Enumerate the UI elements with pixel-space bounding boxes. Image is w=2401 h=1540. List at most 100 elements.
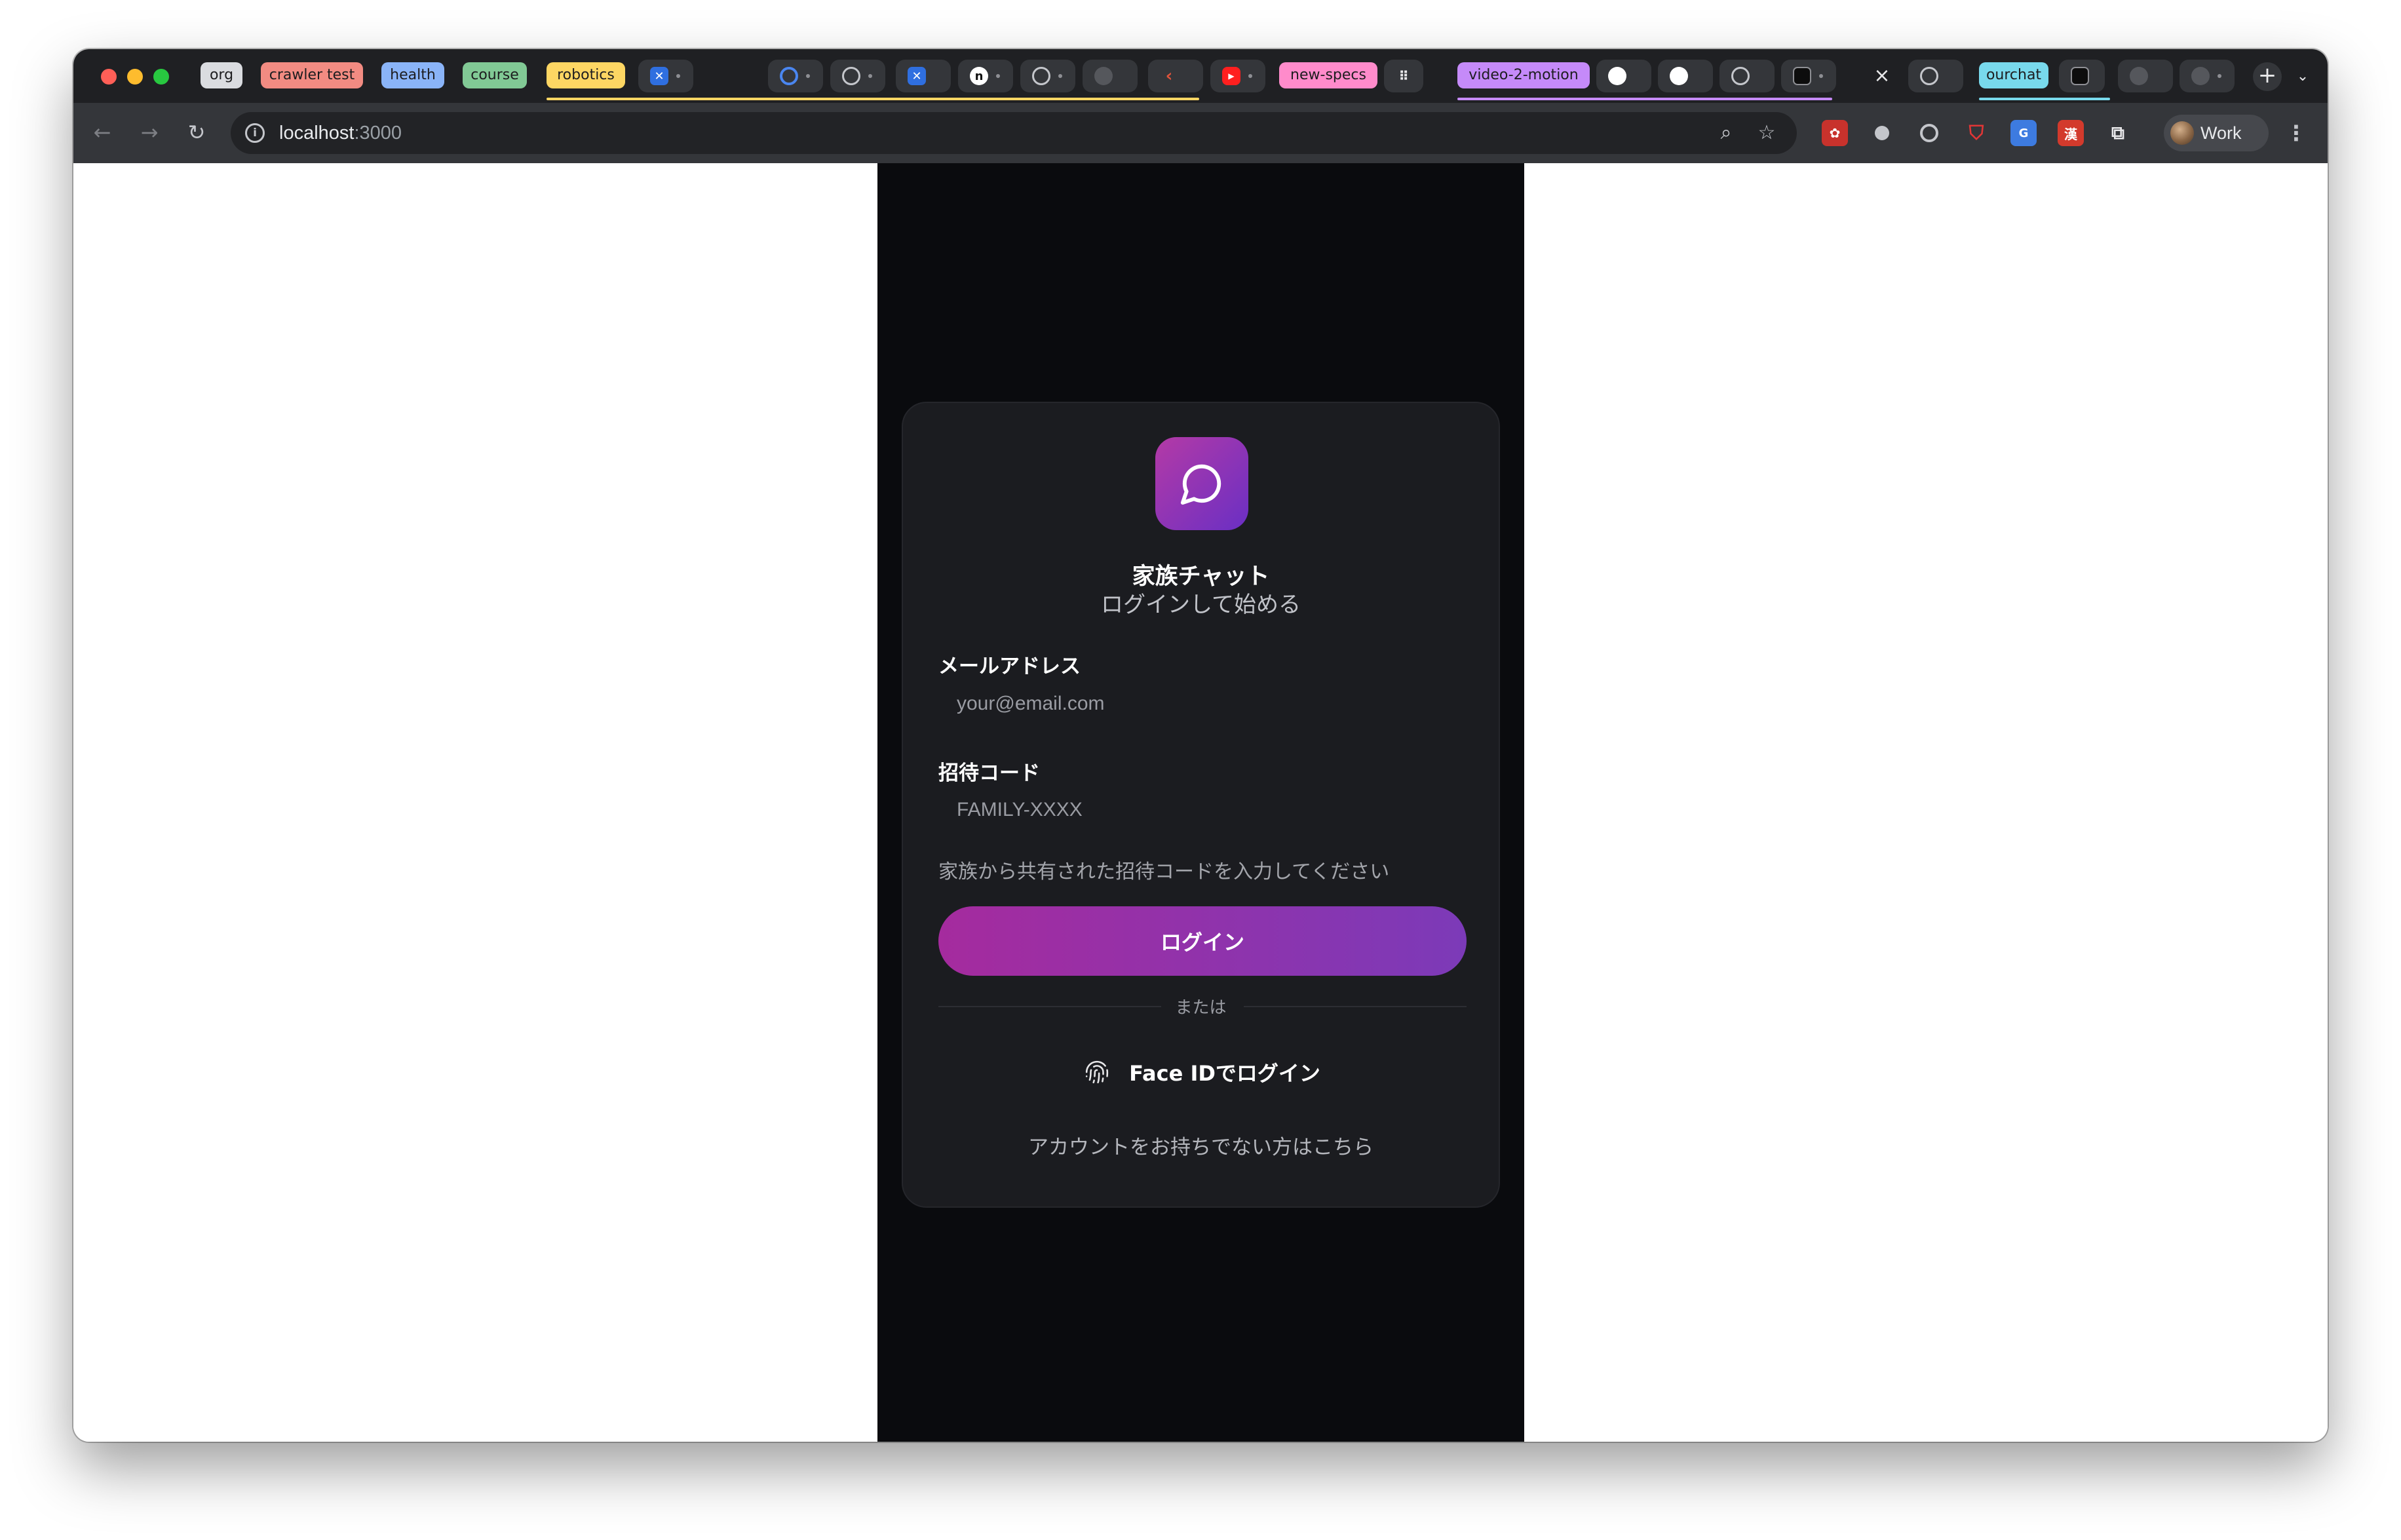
new-tab-button[interactable]: + — [2253, 62, 2282, 91]
profile-button[interactable]: Work — [2164, 115, 2269, 151]
tab-jira-2[interactable]: ✕ — [896, 60, 951, 92]
close-tab-button[interactable]: × — [1869, 64, 1895, 90]
close-window-button[interactable] — [101, 69, 117, 85]
faceid-button-label: Face IDでログイン — [1129, 1061, 1320, 1086]
tab-strip: org crawler test health course robotics … — [73, 49, 2328, 103]
tab-more-dot — [868, 74, 872, 78]
claude-icon: ‹ — [1165, 66, 1173, 86]
chatgpt-icon — [842, 67, 860, 85]
tab-group-org[interactable]: org — [201, 62, 242, 88]
signup-link[interactable]: アカウントをお持ちでない方はこちら — [903, 1130, 1499, 1160]
minimize-window-button[interactable] — [127, 69, 143, 85]
login-button[interactable]: ログイン — [938, 906, 1467, 976]
divider-or: または — [903, 994, 1499, 1018]
tab-cursor[interactable] — [1781, 60, 1836, 92]
profile-name: Work — [2200, 123, 2242, 143]
invite-code-hint: 家族から共有された招待コードを入力してください — [938, 860, 1390, 883]
tab-group-robotics[interactable]: robotics — [547, 62, 625, 88]
tab-group-video-2-motion[interactable]: video-2-motion — [1457, 62, 1590, 88]
cursor-icon — [1793, 67, 1811, 85]
url-port: :3000 — [354, 123, 402, 144]
tab-more-dot — [2218, 74, 2221, 78]
github-icon — [1670, 67, 1688, 85]
tab-chatgpt-2[interactable] — [1020, 60, 1075, 92]
tab-github-2[interactable] — [1658, 60, 1713, 92]
tab-group-health[interactable]: health — [381, 62, 444, 88]
app-container: 家族チャット ログインして始める メールアドレス 招待コード 家族から共有された… — [877, 163, 1524, 1442]
tab-cursor-2[interactable] — [2059, 60, 2105, 92]
ext-shield-icon[interactable]: ⛉ — [1963, 120, 1989, 146]
tab-search-chevron-icon[interactable]: ⌄ — [2288, 62, 2317, 91]
tab-more-dot — [676, 74, 680, 78]
tab-group-new-specs[interactable]: new-specs — [1279, 62, 1377, 88]
address-bar[interactable]: i localhost:3000 ⌕ ☆ — [231, 112, 1797, 154]
tab-globe-3[interactable] — [2180, 60, 2235, 92]
jira-icon: ✕ — [908, 67, 926, 85]
avatar — [2170, 121, 2194, 145]
tab-youtube[interactable]: ▶ — [1210, 60, 1265, 92]
faceid-login-button[interactable]: Face IDでログイン — [938, 1044, 1467, 1100]
tab-notion[interactable]: n — [958, 60, 1013, 92]
tab-chatgpt[interactable] — [830, 60, 885, 92]
github-icon — [1608, 67, 1626, 85]
grid-app-icon: ⠿ — [1398, 68, 1409, 84]
browser-menu-icon[interactable]: ⋮ — [2283, 117, 2309, 149]
globe-icon — [2130, 67, 2148, 85]
notion-icon: n — [970, 67, 988, 85]
tab-globe-2[interactable] — [2118, 60, 2173, 92]
tab-claude[interactable]: ‹ — [1148, 60, 1203, 92]
tab-grid-app[interactable]: ⠿ — [1384, 60, 1423, 92]
tab-github[interactable] — [1596, 60, 1651, 92]
browser-window: org crawler test health course robotics … — [73, 49, 2328, 1442]
tab-more-dot — [1819, 74, 1823, 78]
tab-google[interactable] — [768, 60, 823, 92]
globe-icon — [1094, 67, 1113, 85]
chatgpt-icon — [1920, 67, 1938, 85]
zoom-icon[interactable]: ⌕ — [1713, 120, 1739, 146]
url-text: localhost:3000 — [279, 112, 402, 154]
bookmark-star-icon[interactable]: ☆ — [1754, 120, 1780, 146]
tab-group-robotics-underline — [547, 98, 1199, 100]
browser-toolbar: ← → ↻ i localhost:3000 ⌕ ☆ ✿ ⛉ G 漢 ⧉ Wor… — [73, 103, 2328, 163]
tab-group-ourchat[interactable]: ourchat — [1979, 62, 2048, 88]
tab-group-crawler-test[interactable]: crawler test — [261, 62, 363, 88]
ext-translate-icon[interactable]: G — [2010, 120, 2037, 146]
divider-label: または — [1163, 998, 1239, 1018]
ext-red-icon[interactable]: ✿ — [1822, 120, 1848, 146]
page-viewport: 家族チャット ログインして始める メールアドレス 招待コード 家族から共有された… — [73, 163, 2328, 1442]
ext-puzzle-icon[interactable]: ⧉ — [2105, 120, 2131, 146]
tab-globe[interactable] — [1083, 60, 1138, 92]
tab-more-dot — [1248, 74, 1252, 78]
ext-kanji-icon[interactable]: 漢 — [2058, 120, 2084, 146]
app-logo — [1155, 437, 1248, 530]
tab-more-dot — [1058, 74, 1062, 78]
google-icon — [780, 67, 798, 85]
target-ring — [1920, 124, 1938, 142]
fingerprint-icon — [1085, 1060, 1109, 1084]
chatgpt-icon — [1032, 67, 1050, 85]
back-arrow-icon[interactable]: ← — [86, 117, 118, 149]
tab-chatgpt-3[interactable] — [1719, 60, 1775, 92]
cursor-icon — [2071, 67, 2089, 85]
youtube-icon: ▶ — [1222, 67, 1240, 85]
ext-target-icon[interactable] — [1916, 120, 1942, 146]
maximize-window-button[interactable] — [153, 69, 169, 85]
forward-arrow-icon[interactable]: → — [134, 117, 165, 149]
reload-icon[interactable]: ↻ — [181, 117, 212, 149]
invite-code-label: 招待コード — [938, 761, 1040, 785]
site-info-icon[interactable]: i — [245, 123, 265, 143]
login-card: 家族チャット ログインして始める メールアドレス 招待コード 家族から共有された… — [902, 402, 1500, 1208]
ext-record-icon[interactable] — [1869, 120, 1895, 146]
email-label: メールアドレス — [938, 655, 1081, 678]
url-host: localhost — [279, 123, 355, 144]
record-dot — [1875, 126, 1889, 140]
invite-code-field[interactable] — [938, 788, 1467, 832]
tab-chatgpt-4[interactable] — [1908, 60, 1963, 92]
chat-bubble-icon — [1180, 464, 1221, 505]
globe-icon — [2191, 67, 2210, 85]
email-field[interactable] — [938, 682, 1467, 726]
jira-icon: ✕ — [650, 67, 668, 85]
tab-group-course[interactable]: course — [463, 62, 527, 88]
chatgpt-icon — [1731, 67, 1750, 85]
tab-jira[interactable]: ✕ — [638, 60, 693, 92]
